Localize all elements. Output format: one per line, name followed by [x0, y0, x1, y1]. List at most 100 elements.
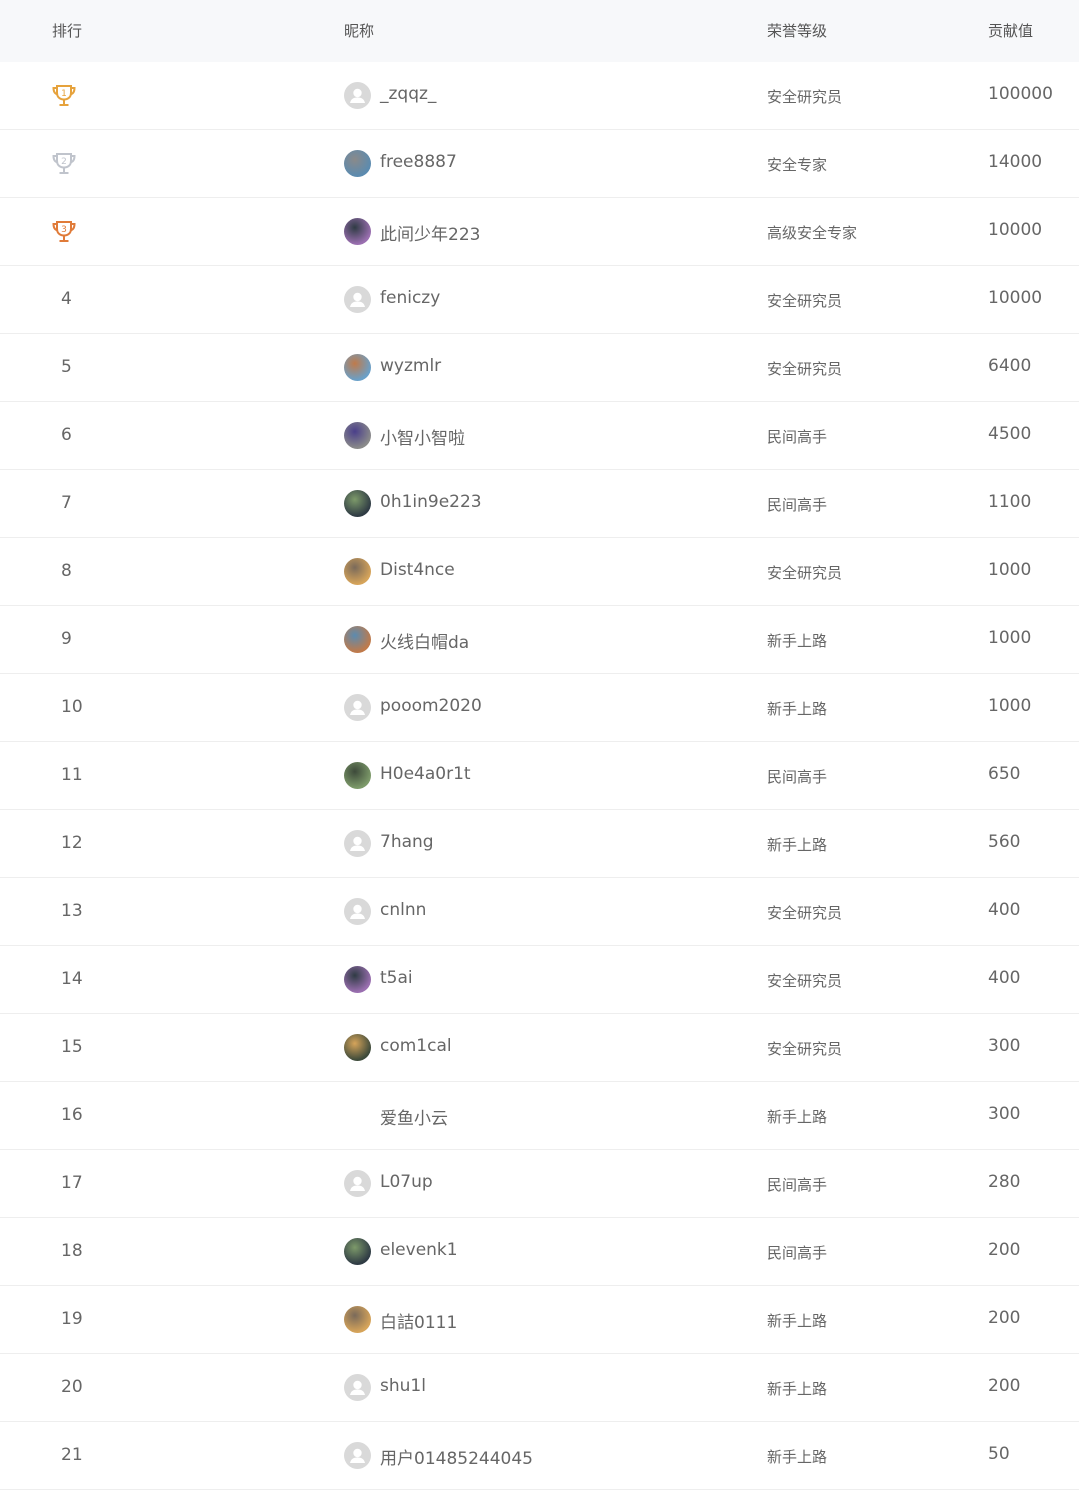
svg-text:2: 2 — [61, 157, 67, 167]
nickname-link[interactable]: H0e4a0r1t — [380, 764, 471, 784]
rank-number: 6 — [61, 425, 72, 445]
nickname-link[interactable]: wyzmlr — [380, 356, 441, 376]
rank-number: 13 — [61, 901, 83, 921]
contribution-score: 10000 — [988, 288, 1043, 308]
avatar[interactable] — [344, 762, 371, 789]
contribution-score: 200 — [988, 1240, 1021, 1260]
nickname-link[interactable]: 白詰0111 — [380, 1308, 457, 1333]
default-avatar-icon[interactable] — [344, 694, 371, 721]
table-row: 11 H0e4a0r1t 民间高手 650 — [0, 742, 1079, 810]
nickname-link[interactable]: _zqqz_ — [380, 84, 436, 104]
table-row: 2 free8887 安全专家 14000 — [0, 130, 1079, 198]
honor-level: 民间高手 — [767, 1244, 828, 1262]
table-row: 16 爱鱼小云 新手上路 300 — [0, 1082, 1079, 1150]
avatar[interactable] — [344, 1238, 371, 1265]
table-row: 19 白詰0111 新手上路 200 — [0, 1286, 1079, 1354]
contribution-score: 1000 — [988, 628, 1032, 648]
avatar[interactable] — [344, 150, 371, 177]
nickname-link[interactable]: 小智小智啦 — [380, 424, 465, 449]
nickname-link[interactable]: Dist4nce — [380, 560, 455, 580]
nickname-link[interactable]: L07up — [380, 1172, 433, 1192]
svg-text:1: 1 — [61, 89, 67, 99]
table-row: 21 用户01485244045 新手上路 50 — [0, 1422, 1079, 1490]
table-row: 13 cnlnn 安全研究员 400 — [0, 878, 1079, 946]
nickname-link[interactable]: 0h1in9e223 — [380, 492, 482, 512]
honor-level: 安全研究员 — [767, 1040, 843, 1058]
honor-level: 民间高手 — [767, 1176, 828, 1194]
rank-number: 10 — [61, 697, 83, 717]
contribution-score: 400 — [988, 900, 1021, 920]
contribution-score: 200 — [988, 1308, 1021, 1328]
honor-level: 安全研究员 — [767, 360, 843, 378]
default-avatar-icon[interactable] — [344, 1170, 371, 1197]
honor-level: 安全研究员 — [767, 292, 843, 310]
contribution-score: 4500 — [988, 424, 1032, 444]
rank-number: 11 — [61, 765, 83, 785]
header-rank: 排行 — [52, 22, 83, 40]
table-header: 排行 昵称 荣誉等级 贡献值 — [0, 0, 1079, 62]
honor-level: 民间高手 — [767, 496, 828, 514]
leaderboard-table: 排行 昵称 荣誉等级 贡献值 1 _zqqz_ 安全研究员 100000 2 fre… — [0, 0, 1079, 1490]
avatar[interactable] — [344, 966, 371, 993]
rank-number: 8 — [61, 561, 72, 581]
avatar[interactable] — [344, 490, 371, 517]
nickname-link[interactable]: 此间少年223 — [380, 220, 480, 245]
rank-number: 18 — [61, 1241, 83, 1261]
rank-number: 9 — [61, 629, 72, 649]
contribution-score: 400 — [988, 968, 1021, 988]
table-row: 5 wyzmlr 安全研究员 6400 — [0, 334, 1079, 402]
default-avatar-icon[interactable] — [344, 830, 371, 857]
nickname-link[interactable]: t5ai — [380, 968, 413, 988]
nickname-link[interactable]: 7hang — [380, 832, 434, 852]
contribution-score: 1000 — [988, 560, 1032, 580]
nickname-link[interactable]: free8887 — [380, 152, 457, 172]
rank-number: 7 — [61, 493, 72, 513]
nickname-link[interactable]: 用户01485244045 — [380, 1444, 533, 1469]
nickname-link[interactable]: pooom2020 — [380, 696, 482, 716]
table-row: 15 com1cal 安全研究员 300 — [0, 1014, 1079, 1082]
avatar[interactable] — [344, 218, 371, 245]
nickname-link[interactable]: feniczy — [380, 288, 440, 308]
default-avatar-icon[interactable] — [344, 1374, 371, 1401]
table-row: 4 feniczy 安全研究员 10000 — [0, 266, 1079, 334]
silver-trophy-icon: 2 — [51, 152, 77, 176]
avatar[interactable] — [344, 558, 371, 585]
contribution-score: 300 — [988, 1104, 1021, 1124]
contribution-score: 14000 — [988, 152, 1043, 172]
table-row: 6 小智小智啦 民间高手 4500 — [0, 402, 1079, 470]
nickname-link[interactable]: elevenk1 — [380, 1240, 458, 1260]
avatar[interactable] — [344, 626, 371, 653]
default-avatar-icon[interactable] — [344, 1442, 371, 1469]
default-avatar-icon[interactable] — [344, 286, 371, 313]
nickname-link[interactable]: shu1l — [380, 1376, 426, 1396]
header-score: 贡献值 — [988, 22, 1034, 40]
header-nickname: 昵称 — [344, 22, 375, 40]
contribution-score: 560 — [988, 832, 1021, 852]
nickname-link[interactable]: com1cal — [380, 1036, 452, 1056]
avatar[interactable] — [344, 1306, 371, 1333]
nickname-link[interactable]: 爱鱼小云 — [380, 1104, 448, 1129]
rank-number: 5 — [61, 357, 72, 377]
table-row: 20 shu1l 新手上路 200 — [0, 1354, 1079, 1422]
nickname-link[interactable]: 火线白帽da — [380, 628, 469, 653]
honor-level: 安全研究员 — [767, 564, 843, 582]
avatar[interactable] — [344, 1034, 371, 1061]
rank-number: 14 — [61, 969, 83, 989]
honor-level: 安全专家 — [767, 156, 828, 174]
table-body: 1 _zqqz_ 安全研究员 100000 2 free8887 安全专家 14000 … — [0, 62, 1079, 1490]
rank-number: 19 — [61, 1309, 83, 1329]
contribution-score: 1100 — [988, 492, 1032, 512]
rank-number: 20 — [61, 1377, 83, 1397]
default-avatar-icon[interactable] — [344, 82, 371, 109]
honor-level: 新手上路 — [767, 700, 828, 718]
honor-level: 民间高手 — [767, 768, 828, 786]
table-row: 12 7hang 新手上路 560 — [0, 810, 1079, 878]
contribution-score: 1000 — [988, 696, 1032, 716]
rank-number: 12 — [61, 833, 83, 853]
default-avatar-icon[interactable] — [344, 898, 371, 925]
contribution-score: 6400 — [988, 356, 1032, 376]
contribution-score: 280 — [988, 1172, 1021, 1192]
nickname-link[interactable]: cnlnn — [380, 900, 426, 920]
avatar[interactable] — [344, 422, 371, 449]
avatar[interactable] — [344, 354, 371, 381]
